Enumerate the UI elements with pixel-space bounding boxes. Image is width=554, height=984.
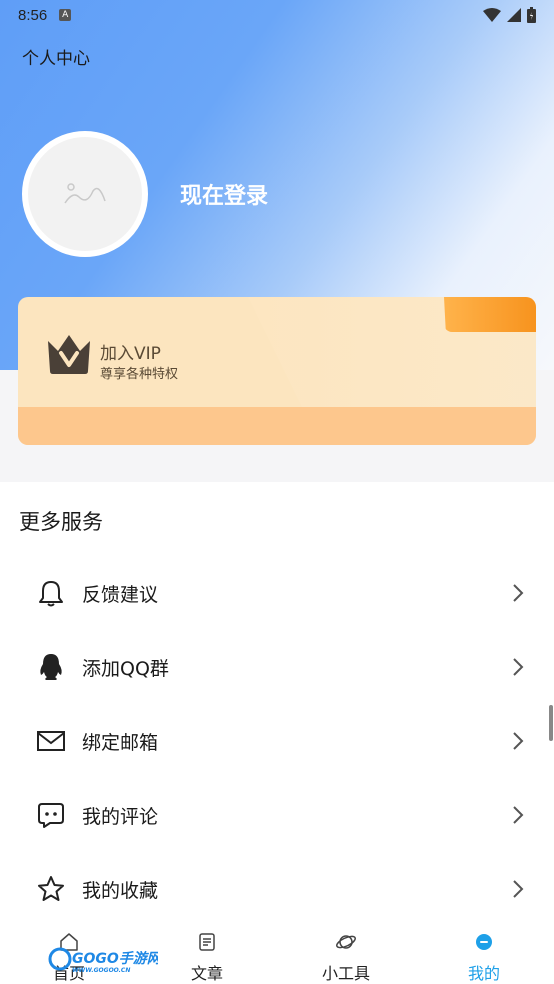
login-link[interactable]: 现在登录 xyxy=(180,178,268,210)
scrollbar[interactable] xyxy=(549,705,553,741)
menu-item-label: 我的收藏 xyxy=(82,879,159,902)
status-bar: 8:56 A xyxy=(0,0,554,30)
vip-card-bottom-band xyxy=(18,407,536,445)
bell-icon xyxy=(36,578,66,608)
page-title: 个人中心 xyxy=(22,49,90,69)
vip-card[interactable]: 加入VIP 尊享各种特权 xyxy=(18,297,536,445)
chevron-right-icon xyxy=(513,732,524,750)
menu-item-feedback[interactable]: 反馈建议 xyxy=(0,556,554,630)
comment-icon xyxy=(36,800,66,830)
chevron-right-icon xyxy=(513,880,524,898)
image-placeholder-icon xyxy=(64,183,106,204)
tab-tools[interactable]: 小工具 xyxy=(296,922,396,984)
avatar[interactable] xyxy=(22,131,148,257)
more-services-section: 更多服务 反馈建议 添加QQ群 绑定邮箱 我的评论 我的收藏 xyxy=(0,482,554,922)
profile-icon xyxy=(476,934,492,950)
watermark-logo-icon: GOGO手游网 WWW.GOGOO.CN xyxy=(48,947,163,974)
mail-icon xyxy=(36,726,66,756)
menu-item-label: 绑定邮箱 xyxy=(82,731,159,754)
watermark-subtext: WWW.GOGOO.CN xyxy=(72,967,130,974)
menu-item-label: 我的评论 xyxy=(82,805,159,828)
crown-icon xyxy=(48,335,90,374)
chevron-right-icon xyxy=(513,584,524,602)
chevron-right-icon xyxy=(513,806,524,824)
chevron-right-icon xyxy=(513,658,524,676)
menu-item-my-comments[interactable]: 我的评论 xyxy=(0,778,554,852)
vip-subtitle: 尊享各种特权 xyxy=(100,367,179,382)
notification-icon: A xyxy=(59,9,72,21)
tab-label: 小工具 xyxy=(321,964,370,983)
signal-icon xyxy=(507,8,521,22)
tab-label: 文章 xyxy=(190,964,223,983)
tab-articles[interactable]: 文章 xyxy=(157,922,257,984)
article-icon xyxy=(199,933,215,951)
battery-icon xyxy=(527,7,536,23)
menu-item-label: 添加QQ群 xyxy=(82,657,169,680)
menu-item-label: 反馈建议 xyxy=(82,583,159,606)
status-icons xyxy=(483,7,536,23)
vip-title: 加入VIP xyxy=(100,344,161,364)
planet-icon xyxy=(336,935,356,949)
watermark-logo: GOGO手游网 WWW.GOGOO.CN xyxy=(48,944,163,974)
menu-item-add-qq-group[interactable]: 添加QQ群 xyxy=(0,630,554,704)
menu-item-bind-email[interactable]: 绑定邮箱 xyxy=(0,704,554,778)
wifi-icon xyxy=(483,8,501,22)
services-title: 更多服务 xyxy=(19,510,103,534)
tab-label: 我的 xyxy=(467,964,500,983)
watermark-text: GOGO手游网 xyxy=(72,950,158,967)
status-time: 8:56 xyxy=(18,6,48,24)
tab-mine[interactable]: 我的 xyxy=(434,922,534,984)
star-icon xyxy=(36,874,66,904)
menu-item-my-favorites[interactable]: 我的收藏 xyxy=(0,852,554,926)
qq-icon xyxy=(36,652,66,682)
vip-card-corner xyxy=(444,297,536,332)
